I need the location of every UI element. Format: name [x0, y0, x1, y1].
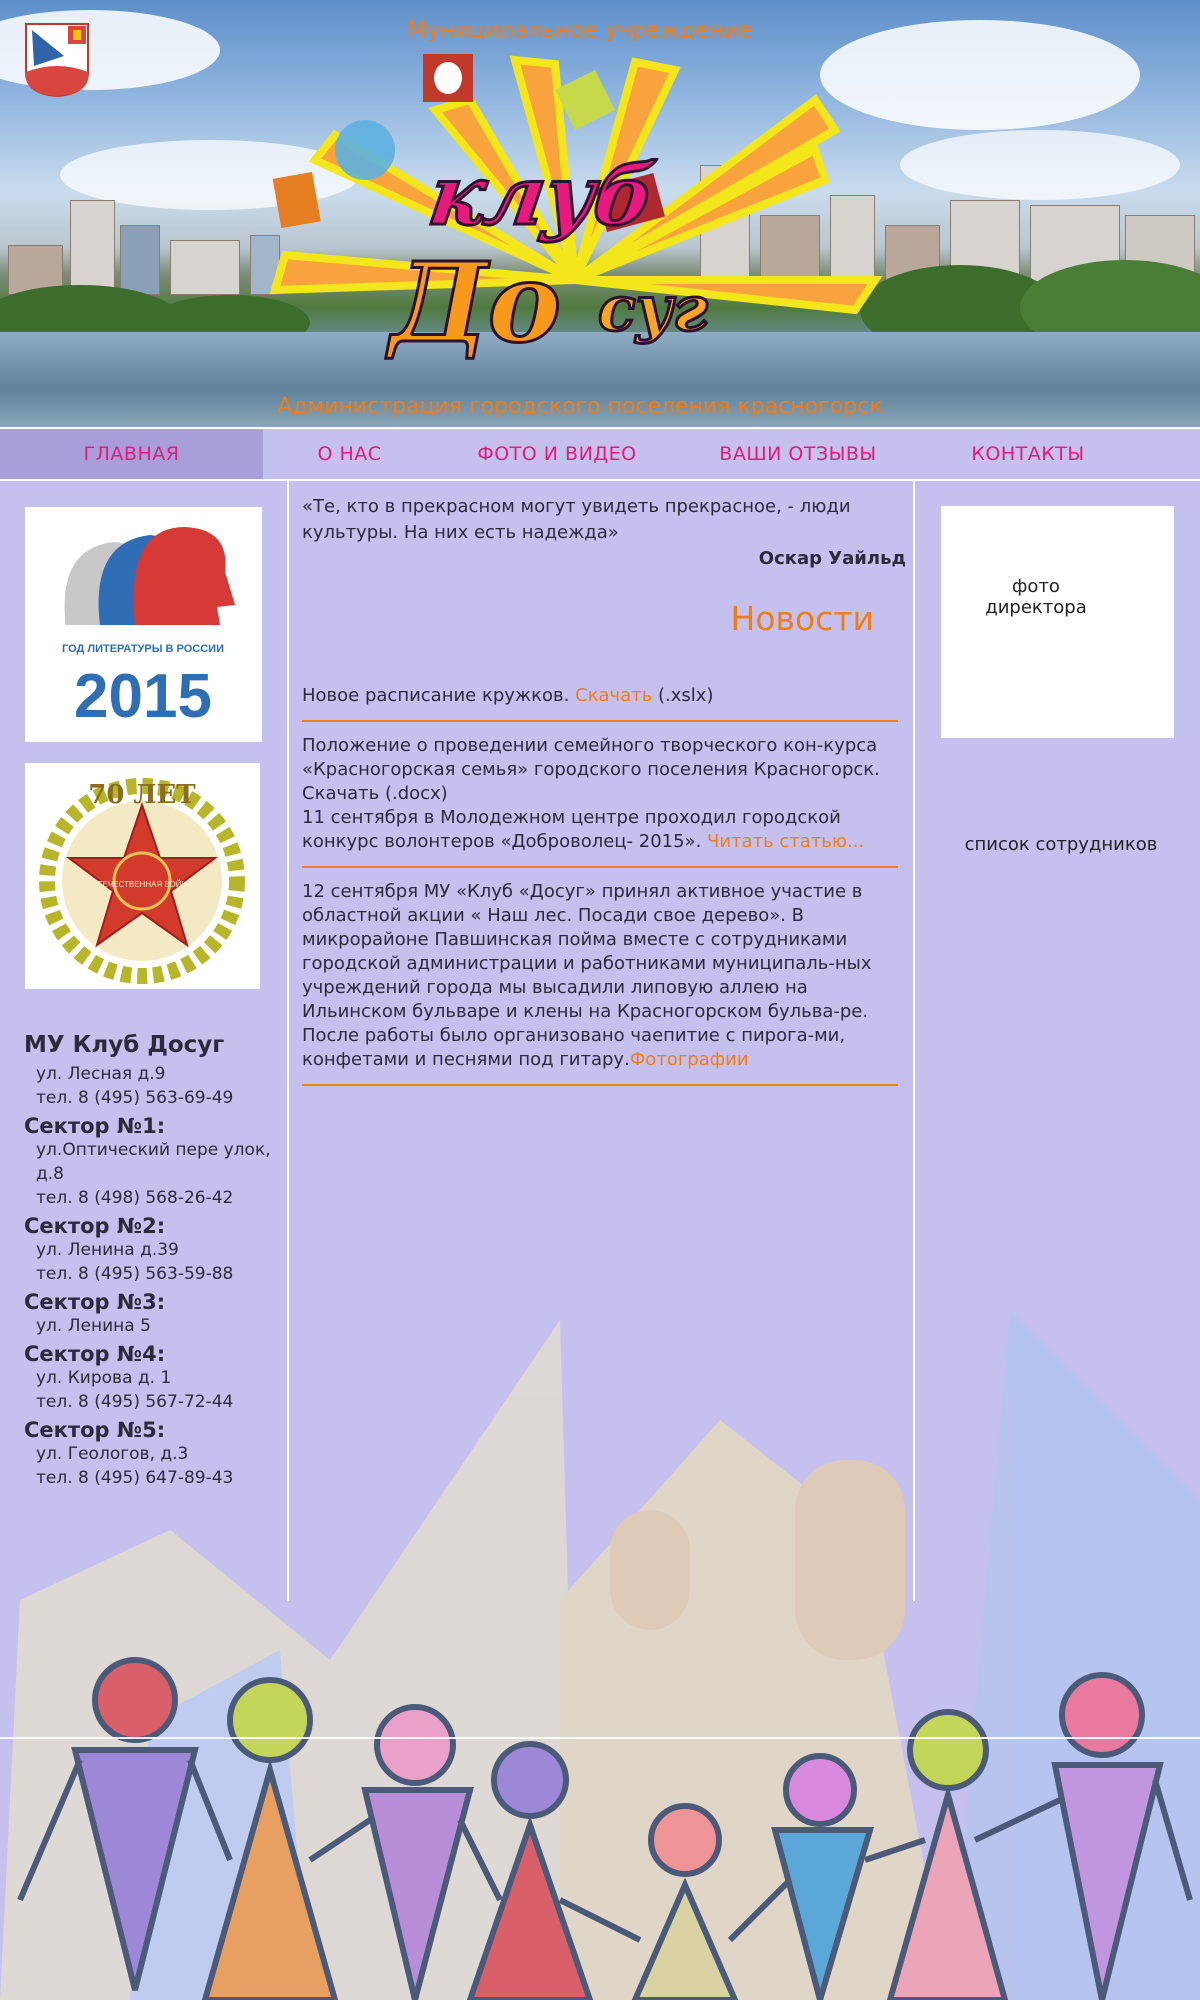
nav-item-reviews[interactable]: ВАШИ ОТЗЫВЫ — [678, 429, 918, 479]
photos-link[interactable]: Фотографии — [630, 1049, 749, 1070]
horizontal-divider — [0, 1737, 1200, 1739]
building-shape — [120, 225, 160, 295]
org-name: МУ Клуб Досуг — [24, 1032, 225, 1058]
logo-text-klub: клуб — [422, 147, 662, 246]
main-nav: ГЛАВНАЯ О НАС ФОТО И ВИДЕО ВАШИ ОТЗЫВЫ К… — [0, 427, 1200, 481]
sector-phone: тел. 8 (495) 647-89-43 — [36, 1468, 234, 1488]
quote-text: «Те, кто в прекрасном могут увидеть прек… — [302, 496, 851, 543]
victory-70-banner[interactable]: 70 ЛЕТ ОТЕЧЕСТВЕННАЯ ВОЙНА — [25, 763, 260, 989]
literature-year-heads-icon: ГОД ЛИТЕРАТУРЫ В РОССИИ 2015 — [62, 527, 235, 731]
logo-text-sug: суг — [597, 271, 710, 347]
header-banner: Муниципальное учреждение клуб До суг Адм… — [0, 0, 1200, 427]
org-address: ул. Лесная д.9 — [36, 1064, 166, 1084]
nav-item-contacts[interactable]: КОНТАКТЫ — [918, 429, 1138, 479]
banner2-ring: ОТЕЧЕСТВЕННАЯ ВОЙНА — [91, 880, 193, 889]
director-photo-label: фото директора — [985, 576, 1087, 618]
column-divider — [287, 481, 289, 1601]
news-heading: Новости — [730, 599, 874, 638]
org-phone: тел. 8 (495) 563-69-49 — [36, 1088, 234, 1108]
news-text: Положение о проведении семейного творчес… — [302, 735, 880, 804]
sector-name: Сектор №1: — [24, 1114, 166, 1138]
coat-of-arms-icon — [25, 23, 89, 98]
news-text: Новое расписание кружков. — [302, 685, 576, 706]
news-text-after: (.xslx) — [652, 685, 714, 706]
column-divider — [913, 481, 915, 1601]
sector-name: Сектор №5: — [24, 1418, 166, 1442]
sector-address: ул. Кирова д. 1 — [36, 1368, 172, 1388]
admin-title: Администрация городского поселения красн… — [277, 394, 883, 419]
news-item: Положение о проведении семейного творчес… — [302, 734, 898, 868]
sector-address: ул. Ленина 5 — [36, 1316, 151, 1336]
nav-item-photo-video[interactable]: ФОТО И ВИДЕО — [436, 429, 678, 479]
sector-name: Сектор №3: — [24, 1290, 166, 1314]
banner1-year: 2015 — [74, 662, 212, 731]
cloud-shape — [900, 130, 1180, 200]
org-title: Муниципальное учреждение — [407, 18, 753, 43]
literature-year-banner[interactable]: ГОД ЛИТЕРАТУРЫ В РОССИИ 2015 — [25, 507, 262, 742]
sector-phone: тел. 8 (495) 567-72-44 — [36, 1392, 234, 1412]
news-item: 12 сентября МУ «Клуб «Досуг» принял акти… — [302, 880, 898, 1086]
download-link[interactable]: Скачать — [575, 685, 652, 706]
sector-address: ул. Геологов, д.3 — [36, 1444, 189, 1464]
sector-address: ул.Оптический пере улок, д.8 — [36, 1140, 271, 1184]
banner2-title: 70 ЛЕТ — [88, 780, 196, 810]
contacts-block: МУ Клуб Досуг ул. Лесная д.9 тел. 8 (495… — [24, 1032, 284, 1490]
sector-address: ул. Ленина д.39 — [36, 1240, 179, 1260]
read-article-link[interactable]: Читать статью... — [707, 831, 864, 852]
sector-name: Сектор №4: — [24, 1342, 166, 1366]
logo-text-do: До — [388, 237, 562, 369]
main-content: «Те, кто в прекрасном могут увидеть прек… — [302, 494, 906, 1098]
victory-70-star-icon: 70 ЛЕТ ОТЕЧЕСТВЕННАЯ ВОЙНА — [39, 778, 245, 984]
nav-item-about[interactable]: О НАС — [263, 429, 436, 479]
quote-author: Оскар Уайльд — [758, 548, 906, 569]
director-photo-placeholder: фото директора — [941, 506, 1174, 738]
news-item: Новое расписание кружков. Скачать (.xslx… — [302, 684, 898, 722]
sector-phone: тел. 8 (498) 568-26-42 — [36, 1188, 234, 1208]
building-shape — [170, 240, 240, 295]
nav-item-home[interactable]: ГЛАВНАЯ — [0, 429, 263, 479]
sector-phone: тел. 8 (495) 563-59-88 — [36, 1264, 234, 1284]
staff-list-link[interactable]: список сотрудников — [941, 834, 1181, 855]
banner1-caption: ГОД ЛИТЕРАТУРЫ В РОССИИ — [62, 643, 224, 655]
building-shape — [70, 200, 115, 295]
sector-name: Сектор №2: — [24, 1214, 166, 1238]
news-text: 12 сентября МУ «Клуб «Досуг» принял акти… — [302, 881, 872, 1070]
